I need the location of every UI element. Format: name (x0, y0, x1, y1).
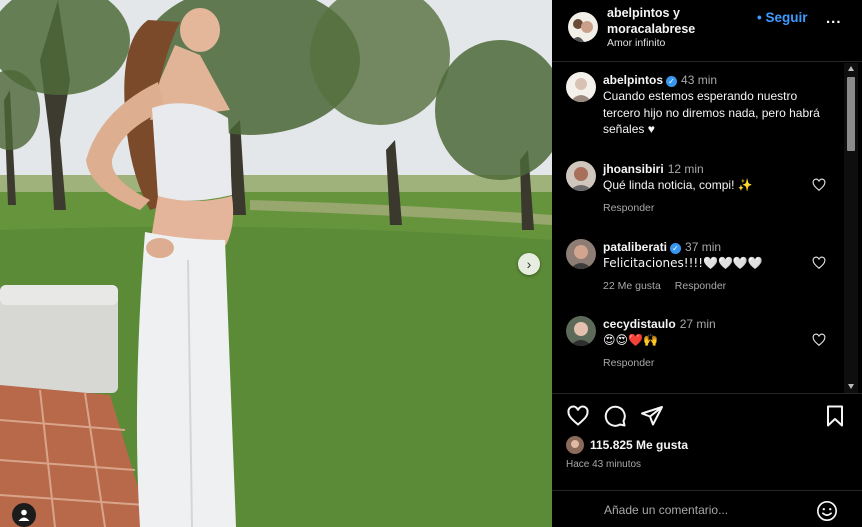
reply-button[interactable]: Responder (675, 280, 726, 292)
reply-button[interactable]: Responder (603, 357, 654, 369)
carousel-next-button[interactable]: › (518, 253, 540, 275)
comment-time: 27 min (679, 317, 716, 331)
emoji-picker-icon[interactable] (816, 500, 838, 522)
follow-button[interactable]: • Seguir (757, 10, 808, 25)
bookmark-icon[interactable] (823, 404, 847, 428)
scroll-down-icon[interactable] (848, 384, 854, 389)
like-comment-heart-icon[interactable] (812, 333, 826, 347)
liker-avatar[interactable] (566, 436, 584, 454)
user-tag-icon (18, 509, 30, 521)
likes-count[interactable]: 115.825 Me gusta (590, 438, 688, 452)
comments-scrollbar[interactable] (844, 63, 858, 393)
comment-username[interactable]: pataliberati (603, 240, 667, 254)
heart-icon[interactable] (566, 404, 590, 428)
caption-text: Cuando estemos esperando nuestro tercero… (603, 89, 820, 136)
comment-icon[interactable] (603, 404, 627, 428)
caption-username[interactable]: abelpintos (603, 73, 663, 87)
comment-avatar[interactable] (566, 316, 596, 346)
comment-avatar[interactable] (566, 161, 596, 191)
comment-text: Felicitaciones!!!!🤍🤍🤍🤍 (603, 256, 763, 270)
like-comment-heart-icon[interactable] (812, 178, 826, 192)
comment-text: 😍😍❤️🙌 (603, 333, 658, 347)
post-side-panel: abelpintos y moracalabrese Amor infinito… (552, 0, 862, 527)
comment-time: 37 min (685, 240, 722, 254)
post-photo[interactable]: › (0, 0, 552, 527)
post-subtitle[interactable]: Amor infinito (607, 37, 665, 49)
post-authors[interactable]: abelpintos y moracalabrese (607, 5, 737, 37)
post-timestamp: Hace 43 minutos (566, 459, 642, 470)
comments-list[interactable]: abelpintos ✓ 43 min Cuando estemos esperan… (552, 63, 862, 393)
chevron-right-icon: › (526, 256, 532, 272)
tagged-users-button[interactable] (12, 503, 36, 527)
verified-badge-icon: ✓ (666, 76, 678, 87)
like-comment-heart-icon[interactable] (812, 256, 826, 270)
more-options-icon[interactable]: ... (826, 10, 842, 27)
post-header: abelpintos y moracalabrese Amor infinito… (552, 0, 862, 62)
author-avatar[interactable] (568, 12, 598, 42)
comment-username[interactable]: jhoansibiri (603, 162, 664, 176)
add-comment-bar (552, 490, 862, 527)
comment-avatar[interactable] (566, 239, 596, 269)
comment-input[interactable] (604, 501, 804, 519)
scrollbar-thumb[interactable] (847, 77, 855, 151)
comment-likes-count[interactable]: 22 Me gusta (603, 280, 661, 292)
scroll-up-icon[interactable] (848, 66, 854, 71)
comment-text: Qué linda noticia, compi! ✨ (603, 178, 753, 192)
verified-badge-icon: ✓ (670, 243, 682, 254)
post-actions: 115.825 Me gusta Hace 43 minutos (552, 393, 862, 527)
caption-avatar[interactable] (566, 72, 596, 102)
caption-time: 43 min (681, 73, 718, 87)
comment-username[interactable]: cecydistaulo (603, 317, 676, 331)
comment-time: 12 min (667, 162, 704, 176)
reply-button[interactable]: Responder (603, 202, 654, 214)
post-photo-illustration (0, 0, 552, 527)
share-icon[interactable] (640, 404, 664, 428)
